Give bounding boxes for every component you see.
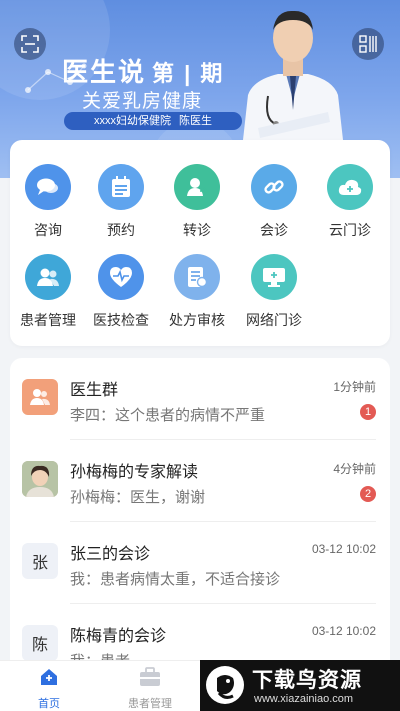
scan-icon [21,35,39,53]
tab-label: 患者管理 [128,698,172,710]
text-avatar: 陈 [22,625,58,661]
watermark-logo [206,666,244,704]
service-label: 转诊 [183,222,211,238]
patients-icon [25,254,71,300]
qr-code-icon [359,35,377,53]
banner-subtitle: 关爱乳房健康 [82,91,203,112]
unread-badge: 2 [360,486,376,502]
message-time: 03-12 10:02 [311,624,376,638]
banner-issue: 第 | 期 [152,61,225,86]
calendar-icon [98,164,144,210]
banner-title: 医生说第 | 期 [62,52,224,89]
group-icon [30,389,50,405]
service-consult[interactable]: 咨询 [13,164,83,240]
monitor-icon [251,254,297,300]
list-item[interactable]: 张 张三的会诊 我：患者病情太重，不适合接诊 03-12 10:02 [10,522,390,604]
service-label: 云门诊 [329,222,371,238]
service-referral[interactable]: 转诊 [162,164,232,240]
tab-patient-management[interactable]: 患者管理 [110,667,190,711]
cloud-icon [327,164,373,210]
user-avatar [22,461,58,497]
service-prescription-review[interactable]: 处方审核 [162,254,232,330]
transfer-icon [174,164,220,210]
banner-title-text: 医生说 [62,57,147,87]
prescription-icon [174,254,220,300]
home-icon [41,669,57,685]
briefcase-icon [140,667,160,686]
message-time: 1分钟前 [333,380,376,394]
message-preview: 李四：这个患者的病情不严重 [70,407,266,424]
service-label: 患者管理 [20,312,76,328]
group-avatar [22,379,58,415]
message-preview: 我：患者病情太重，不适合接诊 [70,571,281,588]
service-appointment[interactable]: 预约 [86,164,156,240]
chat-icon [25,164,71,210]
message-title: 陈梅青的会诊 [70,628,167,645]
service-label: 网络门诊 [246,312,302,328]
tab-label: 首页 [38,698,60,710]
services-panel: 咨询 预约 转诊 会诊 云门诊 患者管理 医技检查 处方审核 网络门诊 [10,140,390,346]
message-list: 医生群 李四：这个患者的病情不严重 1分钟前 1 孙梅梅的专家解读 孙梅梅：医生… [10,358,390,711]
service-label: 处方审核 [169,312,225,328]
service-label: 预约 [107,222,135,238]
qr-menu-button[interactable] [352,28,384,60]
service-medical-exam[interactable]: 医技检查 [86,254,156,330]
person-photo [22,461,58,497]
watermark-text: 下载鸟资源 [252,669,362,692]
text-avatar: 张 [22,543,58,579]
watermark: 下载鸟资源 www.xiazainiao.com [200,660,400,711]
scan-button[interactable] [14,28,46,60]
doctor-illustration [243,10,343,140]
list-item[interactable]: 孙梅梅的专家解读 孙梅梅：医生，谢谢 4分钟前 2 [10,440,390,522]
service-label: 医技检查 [93,312,149,328]
link-icon [251,164,297,210]
banner-hospital: xxxx妇幼保健院 [94,115,171,127]
service-patient-management[interactable]: 患者管理 [13,254,83,330]
message-time: 03-12 10:02 [311,542,376,556]
message-title: 张三的会诊 [70,546,151,563]
heart-pulse-icon [98,254,144,300]
banner-doctor: 陈医生 [179,115,212,127]
service-consultation[interactable]: 会诊 [239,164,309,240]
service-online-clinic[interactable]: 网络门诊 [239,254,309,330]
message-title: 孙梅梅的专家解读 [70,464,199,481]
message-time: 4分钟前 [333,462,376,476]
tab-home[interactable]: 首页 [9,667,89,711]
unread-badge: 1 [360,404,376,420]
message-preview: 孙梅梅：医生，谢谢 [70,489,206,506]
service-label: 咨询 [34,222,62,238]
service-cloud-clinic[interactable]: 云门诊 [315,164,385,240]
banner-tag: xxxx妇幼保健院 陈医生 [64,112,242,130]
watermark-url: www.xiazainiao.com [254,693,354,705]
list-item[interactable]: 医生群 李四：这个患者的病情不严重 1分钟前 1 [10,358,390,440]
service-label: 会诊 [260,222,288,238]
message-title: 医生群 [70,382,119,399]
